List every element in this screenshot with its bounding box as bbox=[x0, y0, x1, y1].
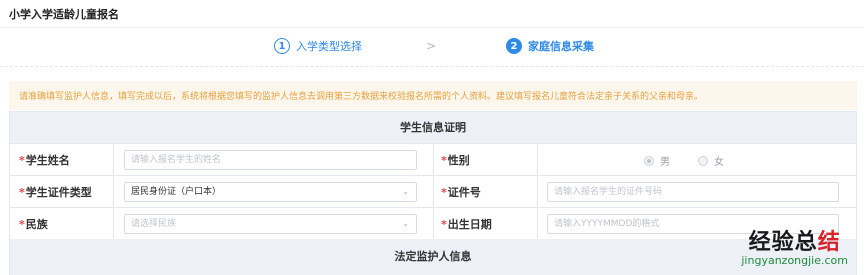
page-title: 小学入学适龄儿童报名 bbox=[9, 8, 119, 21]
form-row-name: *学生姓名 请输入报名学生的姓名 *性别 男 女 bbox=[10, 144, 856, 176]
student-name-label: *学生姓名 bbox=[10, 144, 114, 175]
ethnicity-placeholder: 请选择民族 bbox=[131, 219, 177, 229]
required-mark: * bbox=[19, 154, 25, 167]
required-mark: * bbox=[441, 186, 447, 199]
chevron-right-icon: > bbox=[426, 39, 437, 53]
form-row-id: *学生证件类型 居民身份证（户口本） ⌄ *证件号 请输入报名学生的证件号码 bbox=[10, 176, 856, 208]
student-name-input[interactable]: 请输入报名学生的姓名 bbox=[124, 150, 417, 170]
ethnicity-label: *民族 bbox=[10, 208, 114, 240]
watermark-brand: 经验总结 bbox=[748, 230, 841, 255]
step-1-number: 1 bbox=[274, 38, 290, 54]
step-1-label: 入学类型选择 bbox=[296, 40, 362, 53]
gender-label: *性别 bbox=[434, 144, 538, 175]
birthdate-label: *出生日期 bbox=[434, 208, 538, 240]
step-1[interactable]: 1 入学类型选择 bbox=[274, 38, 362, 54]
id-type-value: 居民身份证（户口本） bbox=[131, 187, 222, 197]
step-2-label: 家庭信息采集 bbox=[528, 40, 594, 53]
required-mark: * bbox=[19, 218, 25, 231]
required-mark: * bbox=[441, 154, 447, 167]
id-number-input[interactable]: 请输入报名学生的证件号码 bbox=[547, 182, 839, 202]
caret-down-icon: ⌄ bbox=[402, 187, 409, 196]
steps-divider bbox=[0, 66, 864, 67]
form-row-ethnicity: *民族 请选择民族 ⌄ *出生日期 请输入YYYYMMDD的格式 bbox=[10, 208, 856, 240]
required-mark: * bbox=[441, 218, 447, 231]
notice-banner: 请准确填写监护人信息，填写完成以后，系统将根据您填写的监护人信息去调用第三方数据… bbox=[9, 81, 857, 110]
title-divider bbox=[0, 27, 864, 28]
gender-radio-group: 男 女 bbox=[547, 150, 856, 168]
id-type-select[interactable]: 居民身份证（户口本） ⌄ bbox=[124, 182, 417, 202]
radio-icon bbox=[698, 155, 708, 166]
gender-radio-female[interactable]: 女 bbox=[698, 153, 724, 168]
student-info-form: 学生信息证明 *学生姓名 请输入报名学生的姓名 *性别 男 女 *学生证件类型 … bbox=[9, 111, 857, 241]
watermark-logo: 经验总结 jingyanzongjie.com bbox=[741, 224, 848, 267]
student-section-title: 学生信息证明 bbox=[10, 112, 856, 144]
caret-down-icon: ⌄ bbox=[402, 219, 409, 228]
watermark-url: jingyanzongjie.com bbox=[741, 254, 848, 267]
id-number-label: *证件号 bbox=[434, 176, 538, 207]
guardian-section-title: 法定监护人信息 bbox=[9, 239, 857, 275]
step-2[interactable]: 2 家庭信息采集 bbox=[506, 38, 594, 54]
step-2-number: 2 bbox=[506, 38, 522, 54]
step-indicator: 1 入学类型选择 > 2 家庭信息采集 bbox=[0, 36, 864, 58]
radio-icon bbox=[644, 155, 654, 166]
ethnicity-select[interactable]: 请选择民族 ⌄ bbox=[124, 214, 417, 234]
required-mark: * bbox=[19, 186, 25, 199]
id-type-label: *学生证件类型 bbox=[10, 176, 114, 207]
gender-radio-male[interactable]: 男 bbox=[644, 153, 670, 168]
